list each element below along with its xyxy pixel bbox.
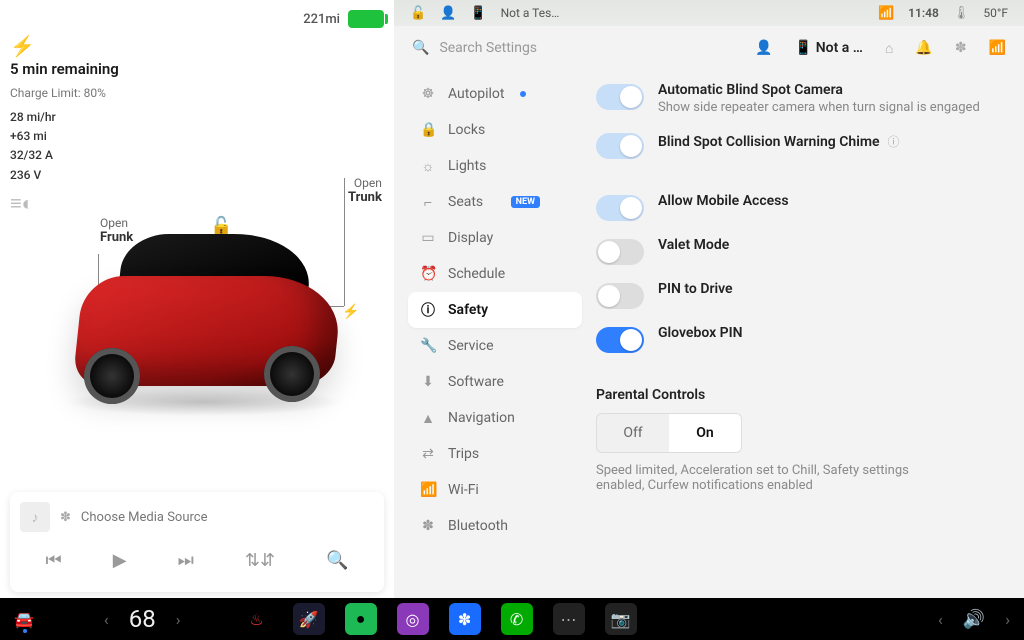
more-apps-icon[interactable]: ⋯ bbox=[553, 603, 585, 635]
temp-icon: 🌡 bbox=[953, 6, 970, 21]
toggle-glovebox-pin[interactable] bbox=[596, 327, 644, 353]
temp-up-button[interactable]: › bbox=[176, 610, 181, 629]
sidebar-item-software[interactable]: ⬇Software bbox=[408, 364, 582, 400]
toggle-valet-mode[interactable] bbox=[596, 239, 644, 265]
parental-controls-segmented: Off On bbox=[596, 413, 742, 453]
spotify-app-icon[interactable]: ● bbox=[345, 603, 377, 635]
range-value: 221mi bbox=[303, 12, 340, 27]
charge-rate: 28 mi/hr bbox=[10, 108, 384, 127]
label-blind-spot-camera: Automatic Blind Spot Camera bbox=[658, 82, 980, 98]
toggle-mobile-access[interactable] bbox=[596, 195, 644, 221]
settings-header: 🔍 Search Settings 👤 📱 Not a … ⌂ 🔔 ✽ 📶 bbox=[394, 26, 1024, 70]
search-settings-input[interactable]: 🔍 Search Settings bbox=[412, 40, 739, 56]
equalizer-button[interactable]: ⇅⇵ bbox=[245, 550, 275, 571]
trunk-open-label[interactable]: Open bbox=[348, 176, 382, 190]
frunk-open-label[interactable]: Open bbox=[100, 216, 133, 230]
parental-on-button[interactable]: On bbox=[669, 414, 741, 452]
sidebar-item-seats[interactable]: ⌐Seats NEW bbox=[408, 184, 582, 220]
homelink-icon[interactable]: ⌂ bbox=[885, 40, 893, 57]
charge-remaining: 5 min remaining bbox=[10, 60, 384, 78]
phone-app-icon[interactable]: ✆ bbox=[501, 603, 533, 635]
label-glovebox-pin: Glovebox PIN bbox=[658, 325, 743, 341]
car-app-icon[interactable]: 🚘 bbox=[14, 610, 34, 629]
sidebar-item-trips[interactable]: ⇄Trips bbox=[408, 436, 582, 472]
trunk-label[interactable]: Trunk bbox=[348, 190, 382, 205]
sidebar-item-bluetooth[interactable]: ✽Bluetooth bbox=[408, 508, 582, 544]
vehicle-render: Open Frunk Open Trunk 🔓 ⚡ bbox=[10, 156, 384, 436]
sidebar-item-schedule[interactable]: ⏰Schedule bbox=[408, 256, 582, 292]
parental-off-button[interactable]: Off bbox=[597, 414, 669, 452]
status-bar: 🔓 👤 📱 Not a Tes… 📶 11:48 🌡 50°F bbox=[394, 0, 1024, 26]
toggle-blind-spot-camera[interactable] bbox=[596, 84, 644, 110]
search-icon: 🔍 bbox=[412, 40, 429, 56]
vol-down-button[interactable]: ‹ bbox=[938, 610, 943, 629]
play-button[interactable]: ▶ bbox=[113, 550, 127, 571]
label-valet-mode: Valet Mode bbox=[658, 237, 729, 253]
clock: 11:48 bbox=[908, 6, 939, 20]
outside-temp: 50°F bbox=[983, 6, 1008, 20]
sidebar-item-service[interactable]: 🔧Service bbox=[408, 328, 582, 364]
bell-icon[interactable]: 🔔 bbox=[915, 40, 932, 56]
toggle-blind-spot-chime[interactable] bbox=[596, 133, 644, 159]
sidebar-item-safety[interactable]: ⓘSafety bbox=[408, 292, 582, 328]
sidebar-item-lights[interactable]: ☼Lights bbox=[408, 148, 582, 184]
dashcam-app-icon[interactable]: 📷 bbox=[605, 603, 637, 635]
launcher-app-icon[interactable]: 🚀 bbox=[293, 603, 325, 635]
podcasts-app-icon[interactable]: ◎ bbox=[397, 603, 429, 635]
bottom-dock: 🚘 ‹ 68 › ♨ 🚀 ● ◎ ✽ ✆ ⋯ 📷 ‹ 🔊 › bbox=[0, 598, 1024, 640]
bluetooth-app-icon[interactable]: ✽ bbox=[449, 603, 481, 635]
battery-icon bbox=[348, 10, 384, 28]
charge-added: +63 mi bbox=[10, 127, 384, 146]
info-icon[interactable]: ⓘ bbox=[888, 135, 900, 149]
prev-track-button[interactable]: ⏮ bbox=[46, 550, 62, 571]
vehicle-panel: 221mi ⚡ 5 min remaining Charge Limit: 80… bbox=[0, 0, 394, 598]
user-phone-short: Not a … bbox=[816, 40, 863, 56]
media-source-label[interactable]: Choose Media Source bbox=[81, 510, 208, 525]
wifi-icon: 📶 bbox=[878, 6, 894, 21]
search-placeholder: Search Settings bbox=[439, 40, 537, 56]
sidebar-item-navigation[interactable]: ▲Navigation bbox=[408, 400, 582, 436]
wifi-header-icon[interactable]: 📶 bbox=[989, 40, 1006, 56]
cabin-temp[interactable]: 68 bbox=[129, 605, 156, 633]
vol-up-button[interactable]: › bbox=[1005, 610, 1010, 629]
media-search-button[interactable]: 🔍 bbox=[326, 550, 348, 571]
charge-port-icon: ⚡ bbox=[342, 304, 359, 320]
bluetooth-header-icon[interactable]: ✽ bbox=[955, 40, 967, 56]
label-mobile-access: Allow Mobile Access bbox=[658, 193, 789, 209]
user-icon[interactable]: 👤 bbox=[755, 40, 772, 56]
label-blind-spot-chime: Blind Spot Collision Warning Chime bbox=[658, 134, 880, 150]
next-track-button[interactable]: ⏭ bbox=[178, 550, 194, 571]
seat-heater-icon[interactable]: ♨ bbox=[241, 603, 273, 635]
settings-content: Automatic Blind Spot Camera Show side re… bbox=[592, 70, 1024, 598]
phone-icon: 📱 bbox=[470, 6, 486, 21]
profile-name[interactable]: Not a Tes… bbox=[501, 6, 560, 20]
bluetooth-icon: ✽ bbox=[60, 510, 71, 525]
parental-desc: Speed limited, Acceleration set to Chill… bbox=[596, 463, 936, 493]
sidebar-item-wifi[interactable]: 📶Wi-Fi bbox=[408, 472, 582, 508]
settings-sidebar: ☸Autopilot 🔒Locks ☼Lights ⌐Seats NEW ▭Di… bbox=[394, 70, 592, 598]
label-pin-to-drive: PIN to Drive bbox=[658, 281, 733, 297]
sidebar-item-autopilot[interactable]: ☸Autopilot bbox=[408, 76, 582, 112]
bolt-icon: ⚡ bbox=[10, 36, 384, 56]
toggle-pin-to-drive[interactable] bbox=[596, 283, 644, 309]
frunk-label[interactable]: Frunk bbox=[100, 230, 133, 245]
charge-limit: Charge Limit: 80% bbox=[10, 86, 384, 100]
volume-icon[interactable]: 🔊 bbox=[963, 609, 985, 630]
temp-down-button[interactable]: ‹ bbox=[104, 610, 109, 629]
music-note-icon: ♪ bbox=[20, 502, 50, 532]
sidebar-item-display[interactable]: ▭Display bbox=[408, 220, 582, 256]
sidebar-item-locks[interactable]: 🔒Locks bbox=[408, 112, 582, 148]
unlock-status-icon: 🔓 bbox=[410, 6, 426, 21]
parental-controls-title: Parental Controls bbox=[596, 387, 1004, 403]
media-card: ♪ ✽ Choose Media Source ⏮ ▶ ⏭ ⇅⇵ 🔍 bbox=[10, 492, 384, 592]
sub-blind-spot-camera: Show side repeater camera when turn sign… bbox=[658, 100, 980, 115]
profile-icon: 👤 bbox=[440, 6, 456, 21]
